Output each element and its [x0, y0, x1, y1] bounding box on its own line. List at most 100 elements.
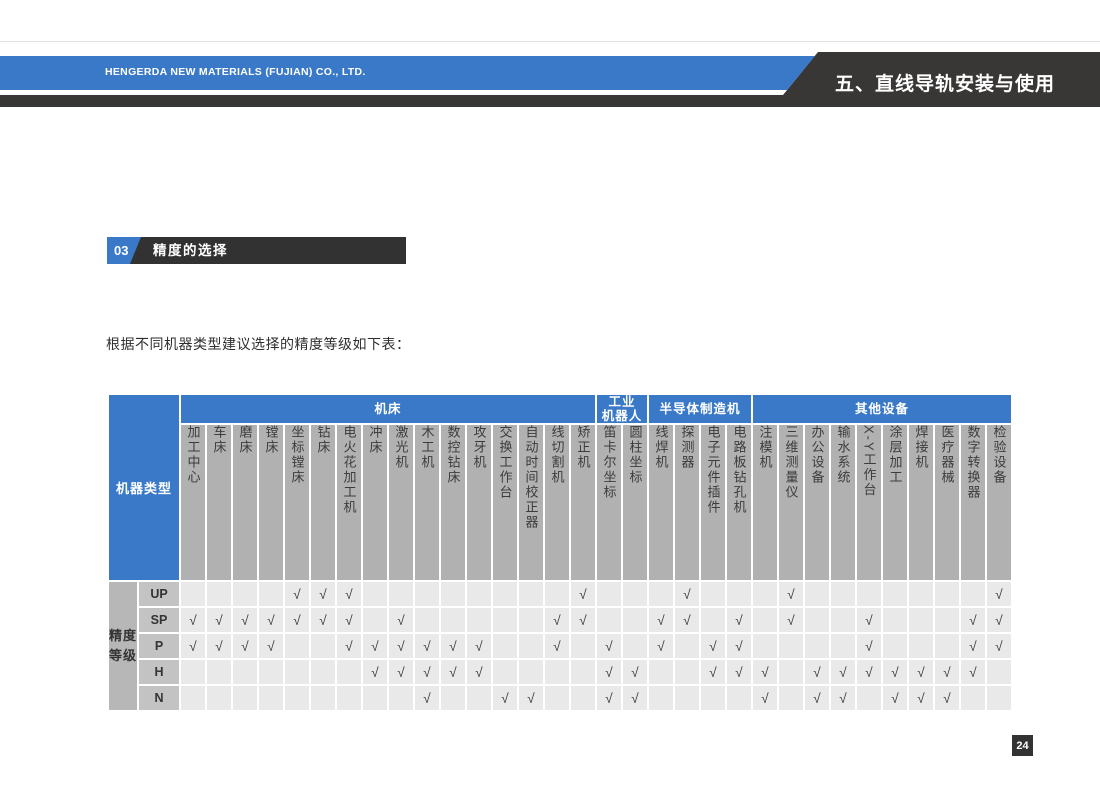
check-cell: [987, 686, 1011, 710]
check-cell: [883, 608, 907, 632]
check-cell: √: [181, 634, 205, 658]
check-cell: [441, 686, 465, 710]
col-header-label: 车床: [213, 425, 226, 455]
check-cell: [337, 660, 361, 684]
check-cell: [259, 660, 283, 684]
col-header: 矫正机: [571, 425, 595, 580]
col-header-label: 办公设备: [811, 425, 824, 485]
col-header: 钻床: [311, 425, 335, 580]
check-cell: [753, 608, 777, 632]
col-header: 车床: [207, 425, 231, 580]
table-row: P√√√√√√√√√√√√√√√√√√: [109, 634, 1011, 658]
check-cell: [207, 660, 231, 684]
check-cell: [233, 660, 257, 684]
check-cell: [649, 660, 673, 684]
check-cell: [649, 686, 673, 710]
check-cell: [493, 582, 517, 606]
check-cell: [519, 660, 543, 684]
check-cell: √: [597, 686, 621, 710]
check-cell: [519, 582, 543, 606]
check-cell: √: [597, 634, 621, 658]
check-cell: √: [441, 660, 465, 684]
check-cell: √: [493, 686, 517, 710]
check-cell: √: [285, 582, 309, 606]
check-cell: √: [649, 634, 673, 658]
check-cell: [753, 582, 777, 606]
check-cell: [805, 634, 829, 658]
check-cell: √: [389, 660, 413, 684]
col-header: 电火花加工机: [337, 425, 361, 580]
check-cell: [311, 686, 335, 710]
col-header-label: 输水系统: [837, 425, 850, 485]
check-cell: [337, 686, 361, 710]
check-cell: √: [935, 660, 959, 684]
check-cell: √: [441, 634, 465, 658]
col-header-label: 镗床: [265, 425, 278, 455]
check-cell: [623, 582, 647, 606]
check-cell: √: [545, 634, 569, 658]
col-header-label: 圆柱坐标: [629, 425, 642, 485]
check-cell: √: [857, 634, 881, 658]
col-header: 办公设备: [805, 425, 829, 580]
check-cell: √: [467, 660, 491, 684]
check-cell: [571, 686, 595, 710]
check-cell: √: [805, 660, 829, 684]
check-cell: √: [181, 608, 205, 632]
col-header-label: 钻床: [317, 425, 330, 455]
check-cell: √: [753, 660, 777, 684]
section-number-badge: 03: [107, 237, 141, 264]
table-row: SP√√√√√√√√√√√√√√√√√: [109, 608, 1011, 632]
check-cell: √: [987, 582, 1011, 606]
col-header: 镗床: [259, 425, 283, 580]
col-header-label: 涂层加工: [889, 425, 902, 485]
check-cell: [935, 582, 959, 606]
check-cell: [545, 660, 569, 684]
check-cell: [727, 582, 751, 606]
col-header: 磨床: [233, 425, 257, 580]
row-label: P: [139, 634, 179, 658]
check-cell: √: [545, 608, 569, 632]
check-cell: [493, 608, 517, 632]
check-cell: √: [467, 634, 491, 658]
check-cell: √: [779, 608, 803, 632]
check-cell: √: [831, 686, 855, 710]
check-cell: √: [623, 686, 647, 710]
check-cell: [181, 686, 205, 710]
check-cell: [493, 634, 517, 658]
check-cell: [441, 608, 465, 632]
check-cell: √: [727, 608, 751, 632]
check-cell: √: [415, 686, 439, 710]
check-cell: [519, 634, 543, 658]
check-cell: √: [363, 634, 387, 658]
col-header: 加工中心: [181, 425, 205, 580]
check-cell: [753, 634, 777, 658]
check-cell: √: [701, 660, 725, 684]
col-header: 数控钻床: [441, 425, 465, 580]
group-header: 工业机器人: [597, 395, 647, 423]
check-cell: [909, 634, 933, 658]
check-cell: [233, 686, 257, 710]
check-cell: [805, 582, 829, 606]
table-row: H√√√√√√√√√√√√√√√√√: [109, 660, 1011, 684]
col-header-label: 自动时间校正器: [525, 425, 538, 530]
section-title: 精度的选择: [153, 237, 228, 264]
section-bar: 03 精度的选择: [107, 237, 406, 264]
check-cell: [675, 634, 699, 658]
check-cell: √: [805, 686, 829, 710]
col-header: 坐标镗床: [285, 425, 309, 580]
col-header-label: 激光机: [395, 425, 408, 470]
col-header: 线焊机: [649, 425, 673, 580]
check-cell: [649, 582, 673, 606]
check-cell: √: [519, 686, 543, 710]
check-cell: [883, 582, 907, 606]
col-header: 输水系统: [831, 425, 855, 580]
col-header-label: 数字转换器: [967, 425, 980, 500]
check-cell: √: [961, 608, 985, 632]
col-header: 三维测量仪: [779, 425, 803, 580]
check-cell: √: [389, 608, 413, 632]
col-header-label: 加工中心: [187, 425, 200, 485]
check-cell: √: [987, 608, 1011, 632]
check-cell: [363, 686, 387, 710]
check-cell: [467, 686, 491, 710]
check-cell: √: [935, 686, 959, 710]
